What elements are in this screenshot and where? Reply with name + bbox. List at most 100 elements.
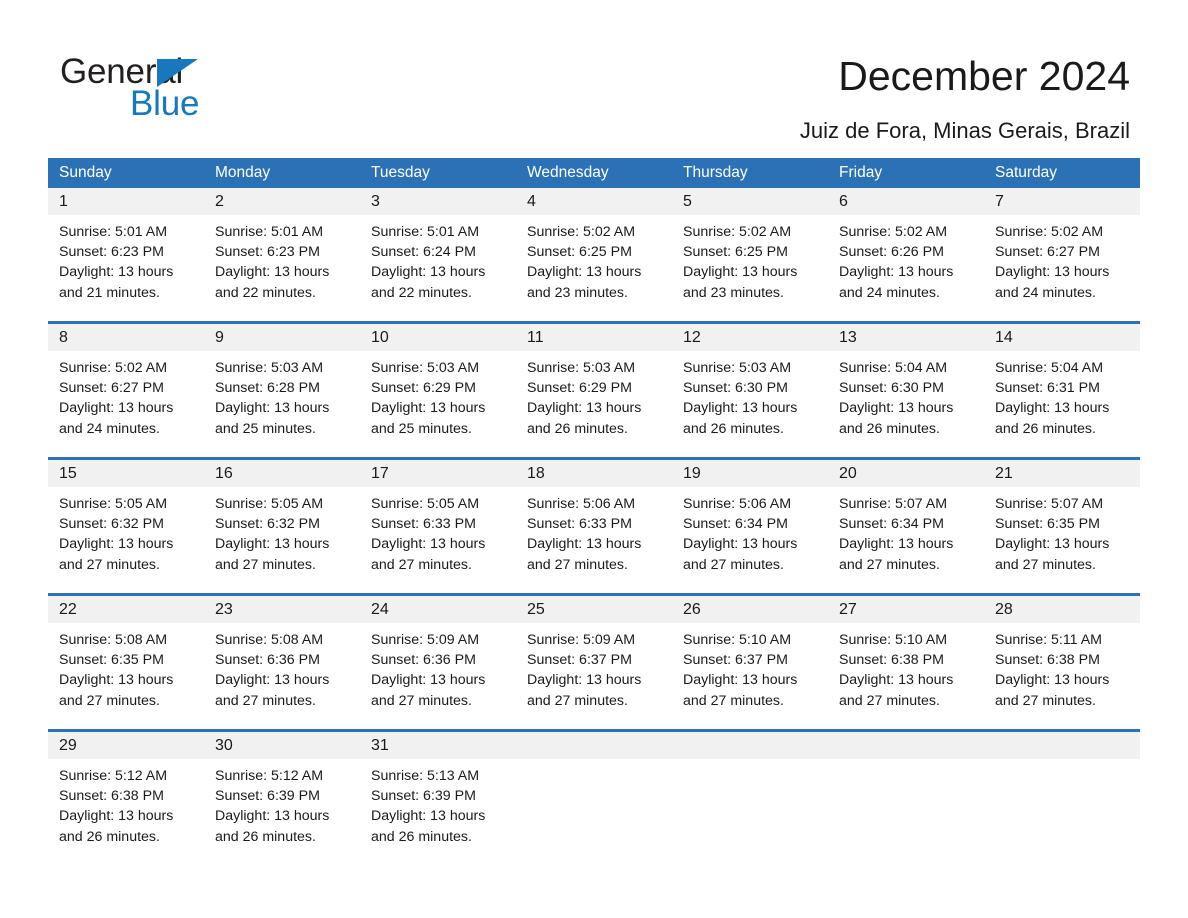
day-number[interactable]: 30 — [204, 732, 360, 759]
day-cell[interactable]: Sunrise: 5:02 AM Sunset: 6:25 PM Daylight:… — [516, 215, 672, 303]
day-number[interactable]: 16 — [204, 460, 360, 487]
day-sunrise-text: Sunrise: 5:01 AM — [59, 224, 168, 240]
day-number[interactable]: 12 — [672, 324, 828, 351]
day-cell[interactable]: Sunrise: 5:01 AM Sunset: 6:23 PM Daylight:… — [48, 215, 204, 303]
day-number[interactable]: 26 — [672, 596, 828, 623]
day-cell[interactable]: Sunrise: 5:07 AM Sunset: 6:35 PM Daylight:… — [984, 487, 1140, 575]
week-daybody-band: Sunrise: 5:08 AM Sunset: 6:35 PM Daylight:… — [48, 623, 1140, 711]
day-number[interactable]: 18 — [516, 460, 672, 487]
day-daylight-line1-text: Daylight: 13 hours — [215, 536, 330, 553]
day-number[interactable]: 31 — [360, 732, 516, 759]
day-number[interactable]: 8 — [48, 324, 204, 351]
day-cell[interactable]: Sunrise: 5:09 AM Sunset: 6:37 PM Daylight:… — [516, 623, 672, 711]
week-daynumber-band: 1234567 — [48, 188, 1140, 215]
general-blue-logo[interactable]: General Blue — [60, 52, 320, 123]
week-daybody-band: Sunrise: 5:05 AM Sunset: 6:32 PM Daylight:… — [48, 487, 1140, 575]
day-number[interactable]: 29 — [48, 732, 204, 759]
day-sunrise-text: Sunrise: 5:11 AM — [995, 632, 1102, 648]
day-cell[interactable]: Sunrise: 5:10 AM Sunset: 6:38 PM Daylight:… — [828, 623, 984, 711]
day-cell[interactable]: Sunrise: 5:05 AM Sunset: 6:32 PM Daylight:… — [48, 487, 204, 575]
day-number[interactable]: 7 — [984, 188, 1140, 215]
day-number[interactable]: 20 — [828, 460, 984, 487]
day-daylight-line1-text: Daylight: 13 hours — [59, 264, 174, 281]
day-number[interactable]: 9 — [204, 324, 360, 351]
day-sunrise-text: Sunrise: 5:03 AM — [215, 360, 324, 376]
day-daylight-line2-text: and 27 minutes. — [683, 556, 784, 573]
day-daylight-line2-text: and 26 minutes. — [527, 420, 628, 437]
day-cell[interactable]: Sunrise: 5:02 AM Sunset: 6:25 PM Daylight:… — [672, 215, 828, 303]
calendar-week-row: 15 16 17 18 19 20 21 Sunrise: 5:05 AM Sunset: 6:… — [48, 457, 1140, 575]
day-cell[interactable]: Sunrise: 5:04 AM Sunset: 6:31 PM Daylight:… — [984, 351, 1140, 439]
day-cell[interactable]: Sunrise: 5:11 AM Sunset: 6:38 PM Daylight:… — [984, 623, 1140, 711]
day-number[interactable]: 24 — [360, 596, 516, 623]
day-number[interactable]: 3 — [360, 188, 516, 215]
day-sunrise-text: Sunrise: 5:09 AM — [371, 632, 480, 648]
day-number[interactable]: 14 — [984, 324, 1140, 351]
calendar-week-row: 1 2 3 4 5 6 7 Sunrise: 5:01 AM Sunset: 6:23 PM Da… — [48, 188, 1140, 303]
day-number[interactable]: 2 — [204, 188, 360, 215]
day-daylight-line1-text: Daylight: 13 hours — [215, 808, 330, 825]
day-number[interactable]: 1 — [48, 188, 204, 215]
day-sunrise-text: Sunrise: 5:02 AM — [527, 224, 636, 240]
day-number[interactable]: 5 — [672, 188, 828, 215]
day-daylight-line1-text: Daylight: 13 hours — [215, 264, 330, 281]
day-daylight-line1-text: Daylight: 13 hours — [371, 400, 486, 417]
day-daylight-line1-text: Daylight: 13 hours — [683, 536, 798, 553]
day-cell[interactable]: Sunrise: 5:06 AM Sunset: 6:34 PM Daylight:… — [672, 487, 828, 575]
day-cell[interactable]: Sunrise: 5:12 AM Sunset: 6:39 PM Daylight:… — [204, 759, 360, 847]
day-sunset-text: Sunset: 6:38 PM — [839, 652, 944, 669]
day-number-empty — [516, 732, 672, 759]
day-cell[interactable]: Sunrise: 5:08 AM Sunset: 6:35 PM Daylight:… — [48, 623, 204, 711]
day-cell[interactable]: Sunrise: 5:03 AM Sunset: 6:30 PM Daylight:… — [672, 351, 828, 439]
day-cell[interactable]: Sunrise: 5:02 AM Sunset: 6:27 PM Daylight:… — [48, 351, 204, 439]
day-sunset-text: Sunset: 6:29 PM — [527, 380, 632, 397]
day-number[interactable]: 10 — [360, 324, 516, 351]
day-daylight-line1-text: Daylight: 13 hours — [683, 400, 798, 417]
day-cell[interactable]: Sunrise: 5:09 AM Sunset: 6:36 PM Daylight:… — [360, 623, 516, 711]
day-daylight-line2-text: and 27 minutes. — [371, 556, 472, 573]
day-cell[interactable]: Sunrise: 5:08 AM Sunset: 6:36 PM Daylight:… — [204, 623, 360, 711]
day-cell[interactable]: Sunrise: 5:03 AM Sunset: 6:29 PM Daylight:… — [360, 351, 516, 439]
page-subtitle: Juiz de Fora, Minas Gerais, Brazil — [799, 118, 1130, 143]
day-daylight-line1-text: Daylight: 13 hours — [995, 672, 1110, 689]
day-number[interactable]: 25 — [516, 596, 672, 623]
day-cell[interactable]: Sunrise: 5:04 AM Sunset: 6:30 PM Daylight:… — [828, 351, 984, 439]
day-cell[interactable]: Sunrise: 5:02 AM Sunset: 6:26 PM Daylight:… — [828, 215, 984, 303]
day-cell[interactable]: Sunrise: 5:10 AM Sunset: 6:37 PM Daylight:… — [672, 623, 828, 711]
day-cell[interactable]: Sunrise: 5:13 AM Sunset: 6:39 PM Daylight:… — [360, 759, 516, 847]
day-number[interactable]: 23 — [204, 596, 360, 623]
day-cell[interactable]: Sunrise: 5:12 AM Sunset: 6:38 PM Daylight:… — [48, 759, 204, 847]
day-cell[interactable]: Sunrise: 5:03 AM Sunset: 6:28 PM Daylight:… — [204, 351, 360, 439]
day-cell[interactable]: Sunrise: 5:03 AM Sunset: 6:29 PM Daylight:… — [516, 351, 672, 439]
day-number[interactable]: 22 — [48, 596, 204, 623]
day-sunrise-text: Sunrise: 5:06 AM — [683, 496, 792, 512]
triangle-icon — [157, 59, 198, 87]
day-number[interactable]: 28 — [984, 596, 1140, 623]
day-cell[interactable]: Sunrise: 5:01 AM Sunset: 6:23 PM Daylight:… — [204, 215, 360, 303]
day-sunset-text: Sunset: 6:37 PM — [683, 652, 788, 669]
day-daylight-line1-text: Daylight: 13 hours — [839, 264, 954, 281]
day-sunrise-text: Sunrise: 5:02 AM — [839, 224, 948, 240]
day-number[interactable]: 19 — [672, 460, 828, 487]
day-number[interactable]: 6 — [828, 188, 984, 215]
weekday-header-thursday: Thursday — [683, 164, 748, 181]
day-daylight-line1-text: Daylight: 13 hours — [59, 400, 174, 417]
day-cell[interactable]: Sunrise: 5:07 AM Sunset: 6:34 PM Daylight:… — [828, 487, 984, 575]
day-cell[interactable]: Sunrise: 5:01 AM Sunset: 6:24 PM Daylight:… — [360, 215, 516, 303]
day-number[interactable]: 21 — [984, 460, 1140, 487]
day-sunrise-text: Sunrise: 5:01 AM — [215, 224, 324, 240]
day-cell[interactable]: Sunrise: 5:06 AM Sunset: 6:33 PM Daylight:… — [516, 487, 672, 575]
day-number[interactable]: 4 — [516, 188, 672, 215]
day-number[interactable]: 13 — [828, 324, 984, 351]
day-cell[interactable]: Sunrise: 5:05 AM Sunset: 6:33 PM Daylight:… — [360, 487, 516, 575]
day-number[interactable]: 11 — [516, 324, 672, 351]
day-sunrise-text: Sunrise: 5:08 AM — [59, 632, 168, 648]
day-cell[interactable]: Sunrise: 5:02 AM Sunset: 6:27 PM Daylight:… — [984, 215, 1140, 303]
day-daylight-line2-text: and 24 minutes. — [59, 420, 160, 437]
day-number[interactable]: 17 — [360, 460, 516, 487]
day-cell-empty — [984, 759, 1140, 847]
day-cell[interactable]: Sunrise: 5:05 AM Sunset: 6:32 PM Daylight:… — [204, 487, 360, 575]
day-number[interactable]: 15 — [48, 460, 204, 487]
day-daylight-line2-text: and 27 minutes. — [215, 556, 316, 573]
day-number[interactable]: 27 — [828, 596, 984, 623]
